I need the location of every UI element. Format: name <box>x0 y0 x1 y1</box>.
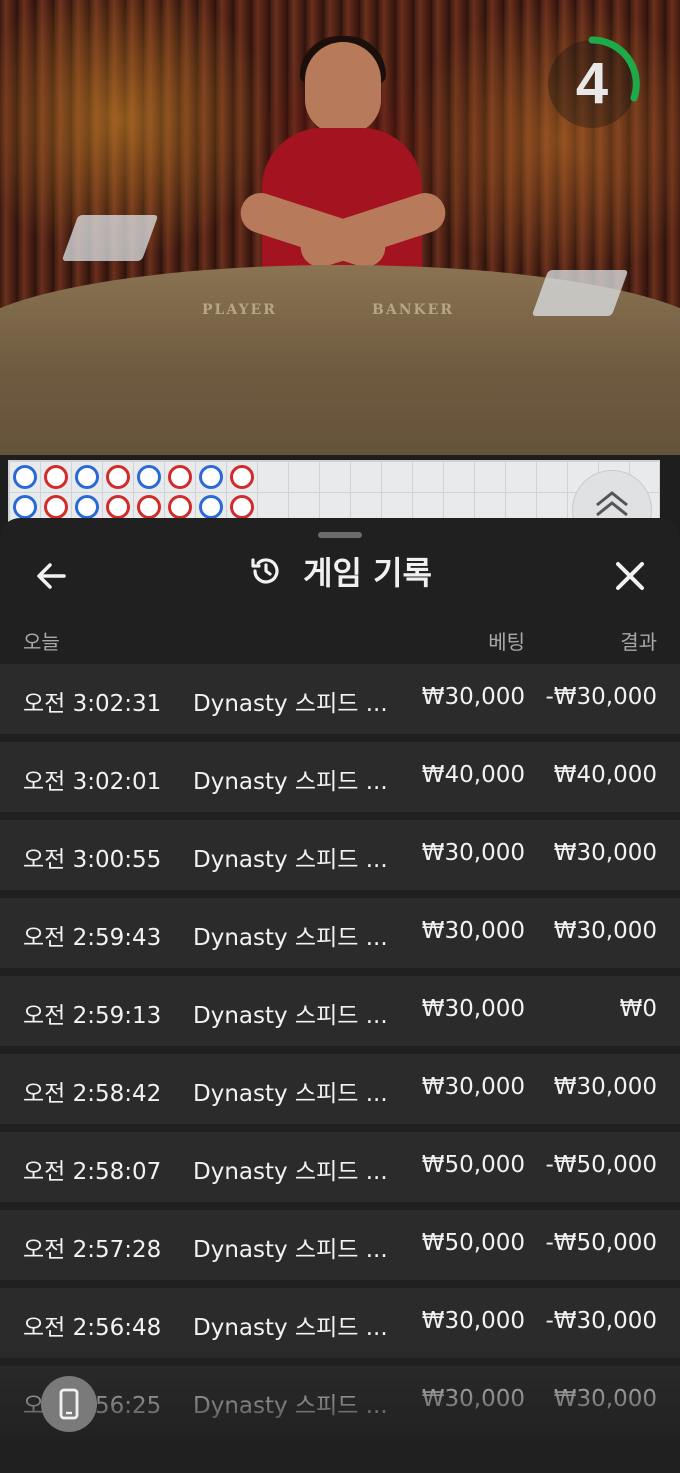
live-video: PLAYER BANKER 4 <box>0 0 680 455</box>
banker-bead <box>230 495 254 519</box>
player-bead <box>199 495 223 519</box>
row-time: 오전 2:58:42 <box>23 1081 162 1107</box>
row-bet-amount: ₩30,000 <box>421 1386 525 1412</box>
row-result-amount: ₩30,000 <box>553 918 657 944</box>
game-history-panel: 게임 기록 오늘 베팅 결과 오전 3:02:31 Dynasty 스피드 ...… <box>0 518 680 1473</box>
row-result-amount: ₩40,000 <box>553 762 657 788</box>
row-result-amount: -₩50,000 <box>545 1230 657 1256</box>
banker-bead <box>44 465 68 489</box>
card-shoe-right <box>531 270 629 316</box>
row-bet-amount: ₩40,000 <box>421 762 525 788</box>
close-button[interactable] <box>610 556 650 596</box>
row-bet-amount: ₩30,000 <box>421 918 525 944</box>
countdown-number: 4 <box>575 51 609 116</box>
player-bead <box>75 465 99 489</box>
player-bead <box>199 465 223 489</box>
history-row[interactable]: 오전 2:58:07 Dynasty 스피드 ... ₩50,000 -₩50,000 <box>0 1132 680 1202</box>
row-time: 오전 3:00:55 <box>23 847 162 873</box>
banker-bead <box>106 465 130 489</box>
history-row[interactable]: 오전 2:56:48 Dynasty 스피드 ... ₩30,000 -₩30,000 <box>0 1288 680 1358</box>
close-icon <box>616 562 644 590</box>
row-bet-amount: ₩30,000 <box>421 1074 525 1100</box>
banker-bead <box>137 495 161 519</box>
mobile-phone-icon <box>59 1388 79 1420</box>
card-shoe-left <box>61 215 159 261</box>
banker-bead <box>168 495 192 519</box>
drag-handle[interactable] <box>318 532 362 538</box>
row-bet-amount: ₩30,000 <box>421 684 525 710</box>
result-column-header: 결과 <box>620 630 657 654</box>
banker-bead <box>44 495 68 519</box>
banker-felt-label: BANKER <box>372 302 454 318</box>
row-time: 오전 3:02:31 <box>23 691 162 717</box>
bet-column-header: 베팅 <box>488 630 525 654</box>
player-bead <box>137 465 161 489</box>
row-game-name: Dynasty 스피드 ... <box>193 1393 388 1419</box>
player-bead <box>75 495 99 519</box>
row-result-amount: -₩30,000 <box>545 684 657 710</box>
row-bet-amount: ₩30,000 <box>421 1308 525 1334</box>
row-game-name: Dynasty 스피드 ... <box>193 1003 388 1029</box>
history-row[interactable]: 오전 3:02:31 Dynasty 스피드 ... ₩30,000 -₩30,000 <box>0 664 680 734</box>
row-result-amount: -₩30,000 <box>545 1308 657 1334</box>
history-row[interactable]: 오전 3:02:01 Dynasty 스피드 ... ₩40,000 ₩40,000 <box>0 742 680 812</box>
banker-bead <box>168 465 192 489</box>
row-game-name: Dynasty 스피드 ... <box>193 691 388 717</box>
history-icon <box>251 558 279 584</box>
panel-title: 게임 기록 <box>303 554 432 592</box>
history-row[interactable]: 오전 2:56:25Dynasty 스피드 ...₩30,000₩30,000 <box>0 1366 680 1436</box>
row-time: 오전 2:57:28 <box>23 1237 162 1263</box>
history-row[interactable]: 오전 2:59:43 Dynasty 스피드 ... ₩30,000 ₩30,000 <box>0 898 680 968</box>
banker-bead <box>230 465 254 489</box>
row-game-name: Dynasty 스피드 ... <box>193 1237 388 1263</box>
history-row[interactable]: 오전 2:58:42 Dynasty 스피드 ... ₩30,000 ₩30,000 <box>0 1054 680 1124</box>
row-result-amount: -₩50,000 <box>545 1152 657 1178</box>
row-time: 오전 2:56:48 <box>23 1315 162 1341</box>
history-column-headers: 오늘 베팅 결과 <box>0 626 680 656</box>
row-bet-amount: ₩30,000 <box>421 840 525 866</box>
device-toggle-button[interactable] <box>41 1376 97 1432</box>
row-time: 오전 3:02:01 <box>23 769 162 795</box>
row-bet-amount: ₩30,000 <box>421 996 525 1022</box>
date-header: 오늘 <box>23 630 60 654</box>
history-row[interactable]: 오전 2:59:13 Dynasty 스피드 ... ₩30,000 ₩0 <box>0 976 680 1046</box>
row-time: 오전 2:58:07 <box>23 1159 162 1185</box>
banker-bead <box>106 495 130 519</box>
row-time: 오전 2:59:13 <box>23 1003 162 1029</box>
row-game-name: Dynasty 스피드 ... <box>193 847 388 873</box>
player-bead <box>13 495 37 519</box>
row-game-name: Dynasty 스피드 ... <box>193 925 388 951</box>
history-list: 오전 3:02:31 Dynasty 스피드 ... ₩30,000 -₩30,000… <box>0 664 680 1444</box>
row-result-amount: ₩30,000 <box>553 840 657 866</box>
row-game-name: Dynasty 스피드 ... <box>193 769 388 795</box>
row-game-name: Dynasty 스피드 ... <box>193 1081 388 1107</box>
row-time: 오전 2:59:43 <box>23 925 162 951</box>
row-game-name: Dynasty 스피드 ... <box>193 1315 388 1341</box>
player-felt-label: PLAYER <box>202 302 277 318</box>
row-game-name: Dynasty 스피드 ... <box>193 1159 388 1185</box>
dealer-head <box>305 42 381 134</box>
row-bet-amount: ₩50,000 <box>421 1152 525 1178</box>
panel-header: 게임 기록 <box>0 548 680 594</box>
row-result-amount: ₩30,000 <box>553 1074 657 1100</box>
history-row[interactable]: 오전 2:57:28 Dynasty 스피드 ... ₩50,000 -₩50,000 <box>0 1210 680 1280</box>
player-bead <box>13 465 37 489</box>
row-bet-amount: ₩50,000 <box>421 1230 525 1256</box>
row-result-amount: ₩0 <box>619 996 657 1022</box>
history-row[interactable]: 오전 3:00:55 Dynasty 스피드 ... ₩30,000 ₩30,000 <box>0 820 680 890</box>
row-result-amount: ₩30,000 <box>553 1386 657 1412</box>
